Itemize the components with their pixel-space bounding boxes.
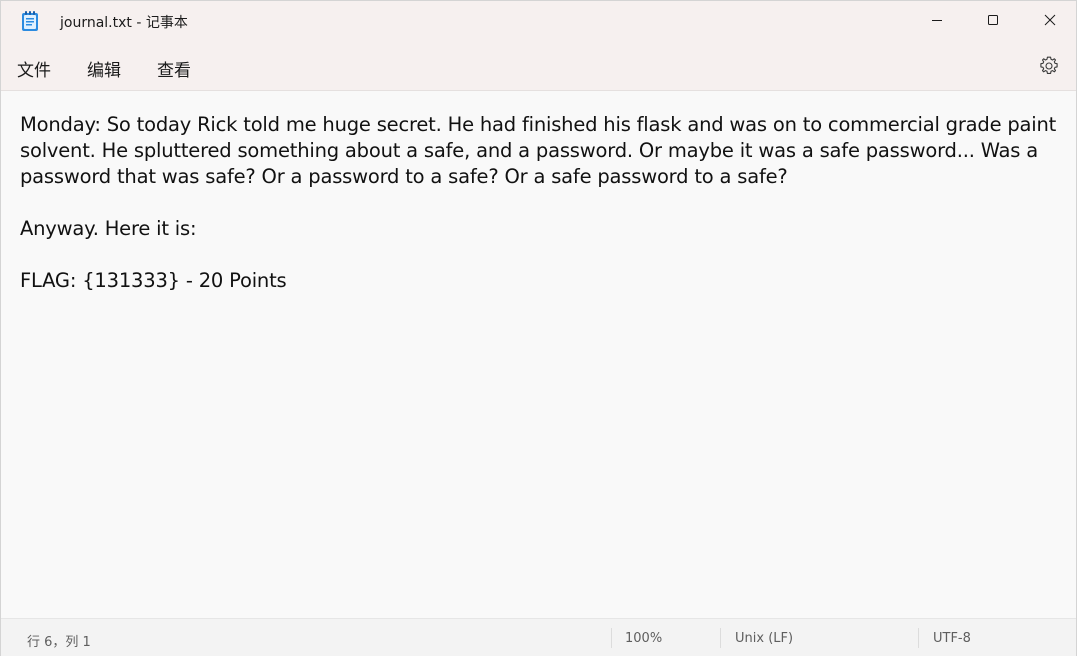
notepad-icon bbox=[21, 10, 39, 32]
editor-content[interactable]: Monday: So today Rick told me huge secre… bbox=[20, 112, 1065, 294]
status-divider bbox=[611, 628, 612, 648]
status-divider bbox=[918, 628, 919, 648]
maximize-icon bbox=[987, 11, 999, 30]
cursor-position: 行 6，列 1 bbox=[27, 635, 91, 650]
settings-button[interactable] bbox=[1037, 54, 1061, 78]
gear-icon bbox=[1037, 56, 1061, 82]
close-button[interactable] bbox=[1021, 1, 1077, 39]
menu-view[interactable]: 查看 bbox=[157, 56, 191, 81]
line-ending: Unix (LF) bbox=[735, 631, 794, 646]
notepad-window: journal.txt - 记事本 文件 编辑 查看 Monday: So to… bbox=[0, 0, 1077, 656]
menu-edit[interactable]: 编辑 bbox=[87, 56, 121, 81]
zoom-level: 100% bbox=[625, 631, 663, 646]
title-bar[interactable]: journal.txt - 记事本 bbox=[1, 1, 1076, 41]
minimize-button[interactable] bbox=[908, 1, 966, 39]
encoding: UTF-8 bbox=[933, 631, 971, 646]
text-editor[interactable]: Monday: So today Rick told me huge secre… bbox=[1, 92, 1076, 618]
maximize-button[interactable] bbox=[964, 1, 1022, 39]
status-bar: 行 6，列 1 100% Unix (LF) UTF-8 bbox=[1, 618, 1076, 656]
menu-file[interactable]: 文件 bbox=[17, 56, 51, 81]
close-icon bbox=[1044, 11, 1056, 30]
status-divider bbox=[720, 628, 721, 648]
menu-bar: 文件 编辑 查看 bbox=[1, 41, 1076, 91]
window-title: journal.txt - 记事本 bbox=[60, 15, 188, 31]
minimize-icon bbox=[931, 11, 943, 30]
